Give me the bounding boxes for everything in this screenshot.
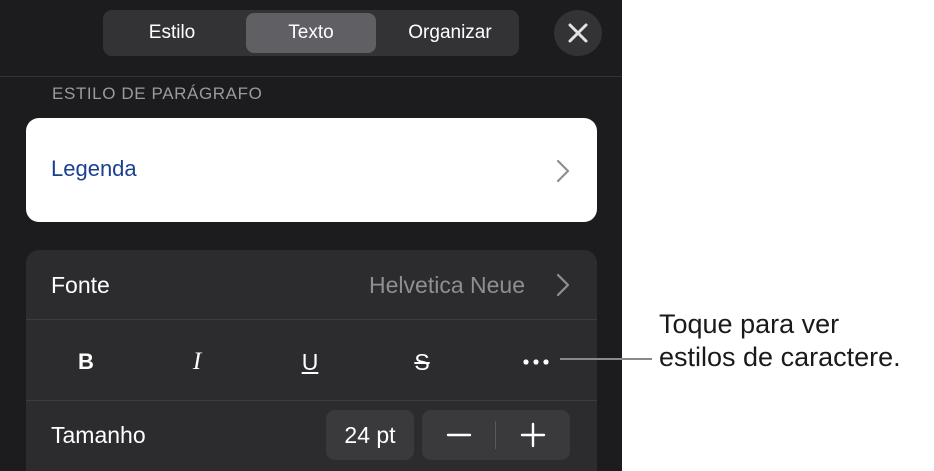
bold-button[interactable]: B xyxy=(56,342,116,382)
ellipsis-icon xyxy=(523,359,549,365)
size-value: 24 pt xyxy=(344,422,396,448)
more-styles-button[interactable] xyxy=(506,342,566,382)
text-format-group: Fonte Helvetica Neue B I U S Tamanho 24 … xyxy=(26,250,597,471)
font-row[interactable]: Helvetica Neue xyxy=(26,250,597,320)
callout-line-1: Toque para ver xyxy=(659,309,840,339)
tab-texto[interactable]: Texto xyxy=(246,13,376,53)
font-value: Helvetica Neue xyxy=(369,272,525,298)
tab-organizar[interactable]: Organizar xyxy=(385,13,515,53)
size-stepper xyxy=(422,410,570,460)
paragraph-style-section-label: ESTILO DE PARÁGRAFO xyxy=(52,84,263,103)
close-button[interactable] xyxy=(554,10,602,56)
paragraph-style-row[interactable]: Legenda xyxy=(26,118,597,222)
callout-line-2: estilos de caractere. xyxy=(659,342,901,372)
header-divider xyxy=(0,76,622,77)
decrease-size-button[interactable] xyxy=(422,410,495,460)
strikethrough-button[interactable]: S xyxy=(392,342,452,382)
chevron-right-icon xyxy=(556,273,570,297)
close-icon xyxy=(568,23,588,43)
increase-size-button[interactable] xyxy=(496,410,570,460)
row-divider xyxy=(26,319,597,320)
size-label: Tamanho xyxy=(51,422,146,448)
tab-segmented-control: Estilo Texto Organizar xyxy=(103,10,519,56)
chevron-right-icon xyxy=(556,159,570,183)
bold-label: B xyxy=(78,349,94,374)
underline-button[interactable]: U xyxy=(280,342,340,382)
callout-line xyxy=(560,358,652,360)
minus-icon xyxy=(446,433,472,437)
italic-button[interactable]: I xyxy=(167,342,227,382)
callout-text: Toque para ver estilos de caractere. xyxy=(659,308,901,374)
tab-estilo[interactable]: Estilo xyxy=(107,13,237,53)
row-divider xyxy=(26,400,597,401)
plus-icon xyxy=(520,422,546,448)
italic-label: I xyxy=(192,348,202,375)
underline-label: U xyxy=(301,349,319,375)
size-field[interactable]: 24 pt xyxy=(326,410,414,460)
strikethrough-label: S xyxy=(414,349,430,375)
format-panel: Estilo Texto Organizar ESTILO DE PARÁGRA… xyxy=(0,0,622,471)
paragraph-style-value: Legenda xyxy=(51,156,137,181)
